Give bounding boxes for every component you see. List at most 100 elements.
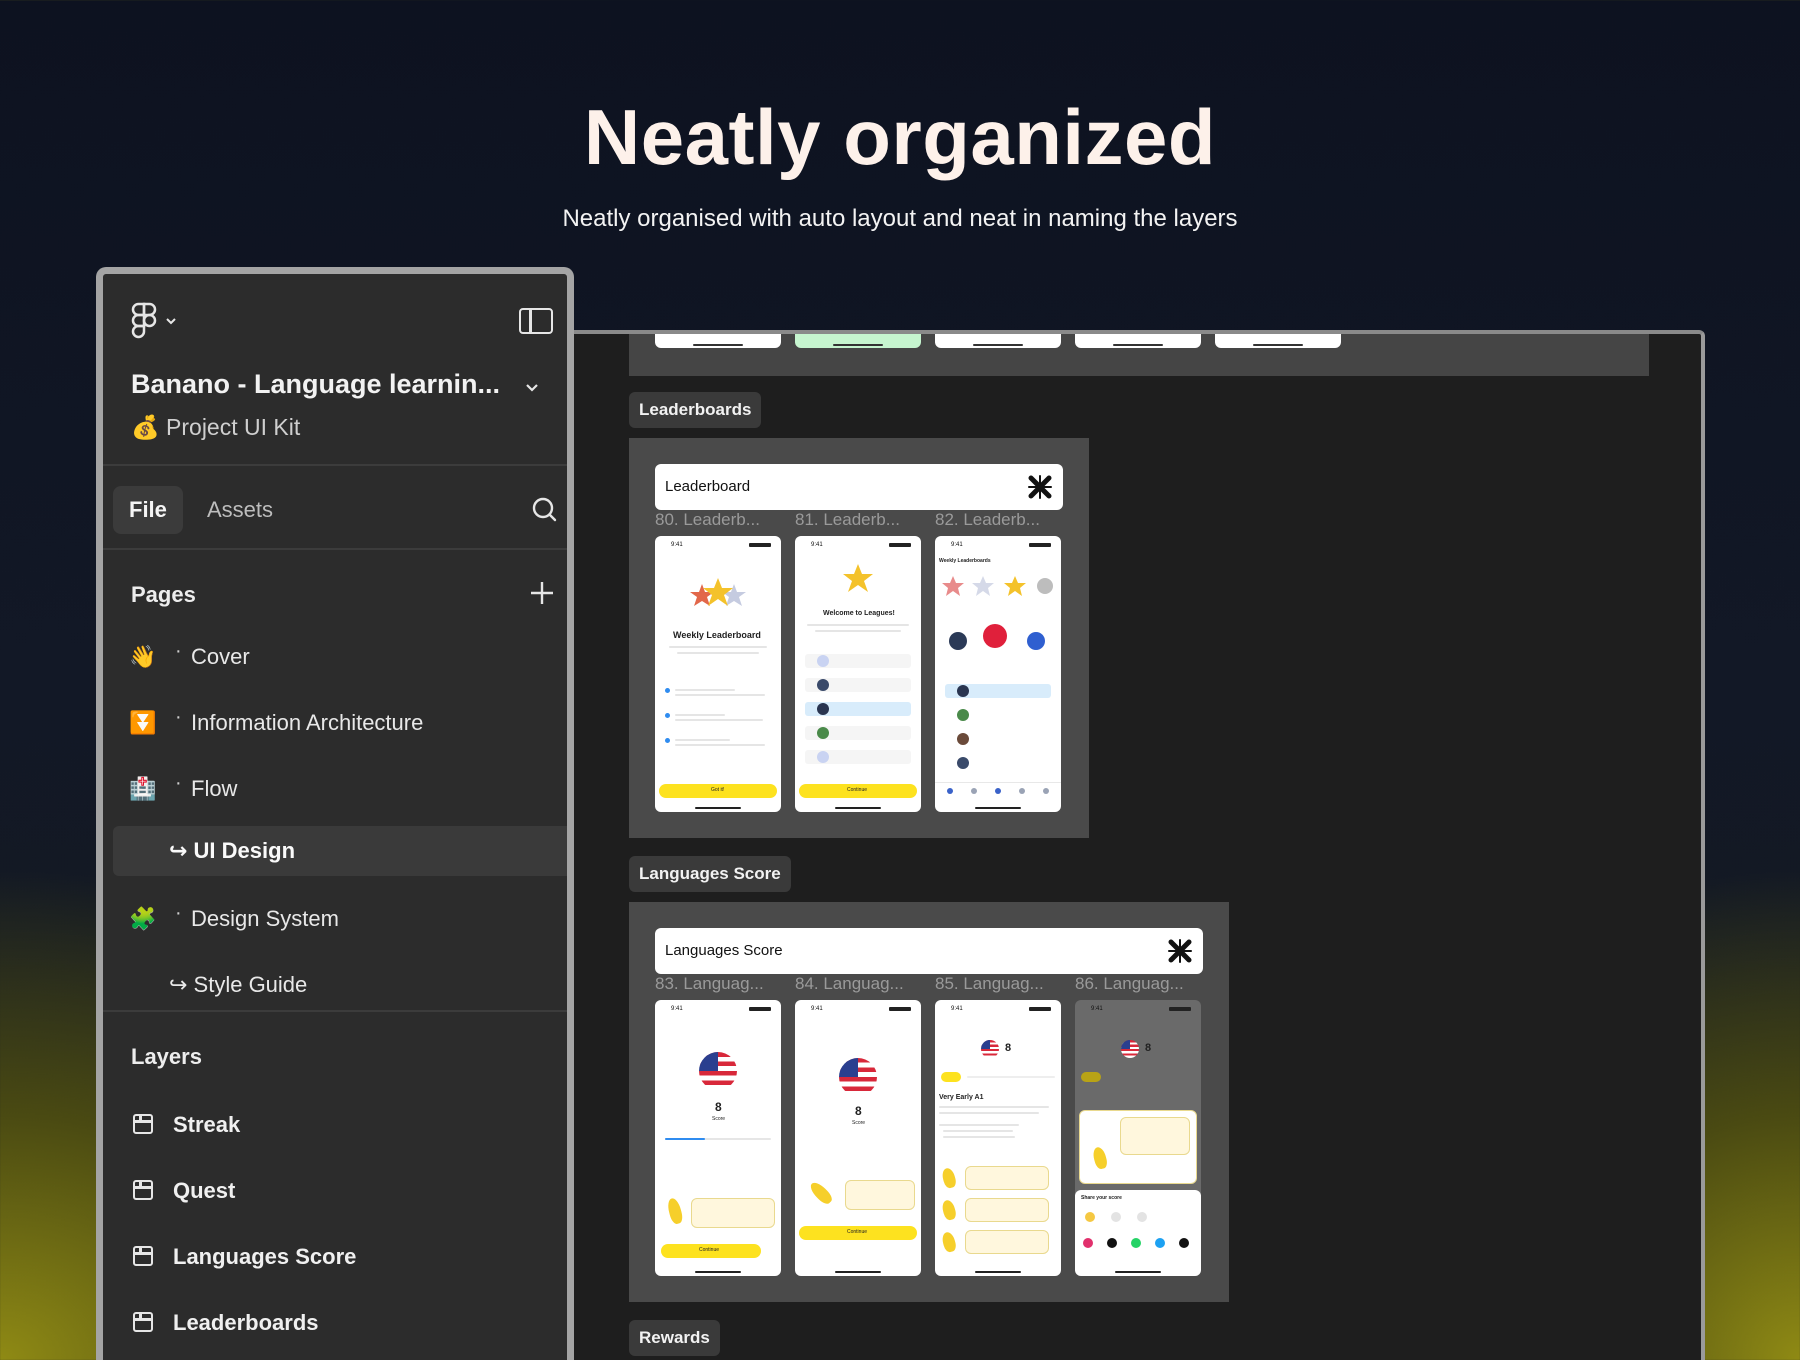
- phone-frame-83[interactable]: 9:41 8 Score Continue: [655, 1000, 781, 1276]
- page-label: Information Architecture: [191, 710, 424, 735]
- phone-frame-86[interactable]: 9:41 8 Share your score: [1075, 1000, 1201, 1276]
- score-value: 8: [715, 1100, 722, 1114]
- section-header-leaderboard: Leaderboard: [655, 464, 1063, 510]
- tab-assets[interactable]: Assets: [207, 486, 273, 534]
- us-flag-icon: [981, 1040, 999, 1058]
- us-flag-icon: [699, 1052, 737, 1090]
- speech-bubble: [691, 1198, 775, 1228]
- banana-mascot-icon: [940, 1198, 958, 1222]
- frame-icon: [133, 1246, 153, 1266]
- down-arrows-icon: ⏬: [129, 710, 157, 735]
- hospital-icon: 🏥: [129, 776, 157, 801]
- frame-label[interactable]: 86. Languag...: [1075, 974, 1184, 994]
- share-card: [1079, 1110, 1197, 1184]
- top-section-strip: [629, 334, 1649, 376]
- phone-frame-84[interactable]: 9:41 8 Score Continue: [795, 1000, 921, 1276]
- banana-mascot-icon: [665, 1196, 685, 1226]
- page-item-cover[interactable]: 👋 · Cover: [103, 632, 567, 682]
- section-leaderboards[interactable]: Leaderboard 80. Leaderb... 81. Leaderb..…: [629, 438, 1089, 838]
- score-value: 8: [1005, 1042, 1012, 1054]
- speech-bubble: [965, 1166, 1049, 1190]
- page-item-style-guide[interactable]: ↪ Style Guide: [103, 960, 567, 1010]
- frame-icon: [133, 1180, 153, 1200]
- star-icon: [843, 564, 873, 592]
- page-label: ↪ Style Guide: [169, 972, 308, 997]
- section-languages-score[interactable]: Languages Score 83. Languag... 84. Langu…: [629, 902, 1229, 1302]
- project-subtitle: 💰 Project UI Kit: [131, 414, 301, 440]
- layer-item-languages-score[interactable]: Languages Score: [103, 1232, 567, 1282]
- page-item-flow[interactable]: 🏥 · Flow: [103, 764, 567, 814]
- layer-item-streak[interactable]: Streak: [103, 1100, 567, 1150]
- figma-logo-icon[interactable]: [131, 302, 157, 340]
- layer-item-quest[interactable]: Quest: [103, 1166, 567, 1216]
- frame-label[interactable]: 85. Languag...: [935, 974, 1044, 994]
- top-frame-card: [935, 334, 1061, 348]
- tab-file[interactable]: File: [113, 486, 183, 534]
- phone-frame-80[interactable]: 9:41 Weekly Leaderboard Got it!: [655, 536, 781, 812]
- screen-title: Weekly Leaderboard: [673, 630, 761, 640]
- continue-button[interactable]: Continue: [661, 1244, 761, 1258]
- page-label: Design System: [191, 906, 339, 931]
- brand-logo-icon: [1168, 939, 1192, 963]
- layer-item-leaderboards[interactable]: Leaderboards: [103, 1298, 567, 1348]
- brand-logo-icon: [1028, 475, 1052, 499]
- chevron-down-icon[interactable]: [165, 316, 177, 326]
- top-frame-card: [1075, 334, 1201, 348]
- continue-button[interactable]: Continue: [799, 1226, 917, 1240]
- hero-subtitle: Neatly organised with auto layout and ne…: [562, 205, 1238, 232]
- layer-label: Leaderboards: [173, 1310, 319, 1335]
- page-item-ui-design[interactable]: ↪ UI Design: [113, 826, 567, 876]
- frame-label[interactable]: 82. Leaderb...: [935, 510, 1040, 530]
- plus-icon[interactable]: [529, 580, 555, 606]
- section-tag-rewards[interactable]: Rewards: [629, 1320, 720, 1356]
- section-header-languages-score: Languages Score: [655, 928, 1203, 974]
- hero-title: Neatly organized: [583, 93, 1217, 181]
- speech-bubble: [845, 1180, 915, 1210]
- score-label: Score: [852, 1120, 866, 1126]
- phone-frame-85[interactable]: 9:41 8 Very Early A1: [935, 1000, 1061, 1276]
- page-item-information-architecture[interactable]: ⏬ · Information Architecture: [103, 698, 567, 748]
- phone-frame-82[interactable]: 9:41 Weekly Leaderboards: [935, 536, 1061, 812]
- frame-icon: [133, 1312, 153, 1332]
- banana-mascot-icon: [940, 1166, 958, 1190]
- panel-toggle-icon[interactable]: [519, 308, 553, 334]
- frame-icon: [133, 1114, 153, 1134]
- frame-label[interactable]: 81. Leaderb...: [795, 510, 900, 530]
- level-title: Very Early A1: [939, 1094, 984, 1101]
- project-title[interactable]: Banano - Language learnin...: [131, 369, 500, 400]
- speech-bubble: [965, 1230, 1049, 1254]
- section-tag-languages-score[interactable]: Languages Score: [629, 856, 791, 892]
- figma-left-panel: Banano - Language learnin... 💰 Project U…: [96, 267, 574, 1360]
- layer-label: Quest: [173, 1178, 236, 1203]
- league-stars-icon: [942, 576, 1053, 596]
- screen-title: Welcome to Leagues!: [823, 610, 895, 617]
- share-sheet[interactable]: Share your score: [1075, 1190, 1201, 1276]
- page-item-design-system[interactable]: 🧩 · Design System: [103, 894, 567, 944]
- frame-label[interactable]: 83. Languag...: [655, 974, 764, 994]
- got-it-button[interactable]: Got it!: [659, 784, 777, 798]
- wave-icon: 👋: [129, 644, 157, 669]
- score-value: 8: [855, 1104, 862, 1118]
- layer-label: Languages Score: [173, 1244, 357, 1269]
- search-icon[interactable]: [531, 496, 557, 522]
- layers-title: Layers: [131, 1044, 202, 1069]
- page-label: Flow: [191, 776, 238, 801]
- score-label: Score: [712, 1116, 726, 1122]
- screen-title: Weekly Leaderboards: [939, 558, 991, 564]
- speech-bubble: [965, 1198, 1049, 1222]
- figma-canvas[interactable]: Leaderboards Leaderboard 80. Leaderb... …: [560, 330, 1705, 1360]
- layer-label: Streak: [173, 1112, 241, 1137]
- pages-title: Pages: [131, 582, 196, 607]
- top-frame-card: [1215, 334, 1341, 348]
- frame-label[interactable]: 84. Languag...: [795, 974, 904, 994]
- us-flag-icon: [839, 1058, 877, 1096]
- section-header-label: Leaderboard: [665, 478, 751, 495]
- section-tag-leaderboards[interactable]: Leaderboards: [629, 392, 762, 428]
- frame-label[interactable]: 80. Leaderb...: [655, 510, 760, 530]
- continue-button[interactable]: Continue: [799, 784, 917, 798]
- phone-frame-81[interactable]: 9:41 Welcome to Leagues! Continue: [795, 536, 921, 812]
- chevron-down-icon[interactable]: [525, 382, 539, 392]
- us-flag-icon: [1121, 1040, 1139, 1058]
- score-value: 8: [1145, 1042, 1152, 1054]
- top-frame-card: [795, 334, 921, 348]
